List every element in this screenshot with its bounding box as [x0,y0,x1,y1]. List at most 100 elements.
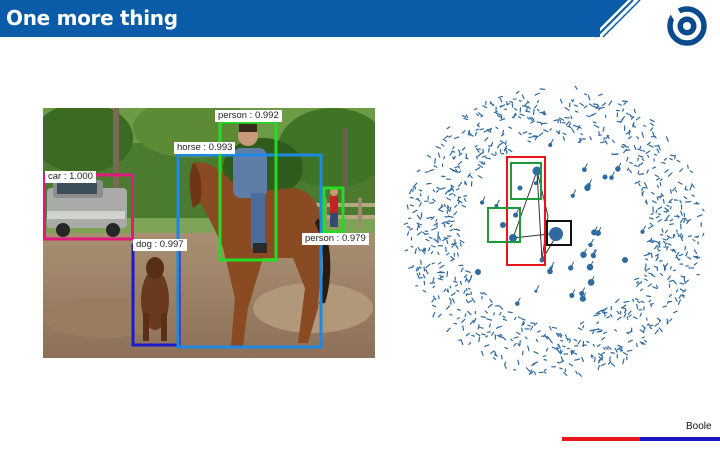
graph-edge-tick [600,363,606,367]
graph-edge-tick [449,206,452,213]
graph-edge-tick [640,162,644,166]
graph-edge-tick [457,181,463,187]
graph-node [579,295,586,302]
graph-edge-tick [499,98,503,103]
graph-edge-tick [531,363,536,367]
graph-edge-tick [564,334,568,338]
graph-edge-tick [605,346,609,350]
graph-edge-tick [439,264,445,269]
graph-edge-tick [538,132,544,137]
graph-edge-tick [525,110,531,113]
graph-edge-tick [614,329,618,332]
graph-edge-tick [574,358,581,361]
graph-edge-tick [495,112,502,116]
graph-edge-tick [667,275,671,281]
graph-edge-tick [478,326,484,329]
graph-edge-tick [530,325,534,331]
graph-edge-tick [480,350,484,356]
graph-edge-tick [450,292,456,297]
graph-edge-tick [602,347,606,351]
graph-edge-tick [676,159,681,163]
detection-label-dog: dog : 0.997 [133,239,187,251]
graph-edge-tick [571,128,575,134]
graph-edge-tick [686,256,692,260]
graph-edge-tick [578,372,582,377]
graph-edge-tick [417,231,422,236]
graph-edge-tick [428,236,433,239]
graph-edge-tick [467,300,473,304]
graph-edge-tick [513,107,518,111]
graph-edge-tick [649,326,653,330]
graph-edge-tick [667,242,672,246]
graph-edge-tick [507,311,513,314]
graph-edge-tick [449,313,453,316]
graph-edge-tick [573,104,579,107]
graph-edge-tick [436,186,441,190]
graph-edge-tick [644,274,648,277]
graph-edge-tick [635,116,641,121]
graph-edge-tick [629,115,634,119]
graph-edge-tick [535,338,539,343]
graph-edge-tick [493,111,499,114]
graph-edge-tick [465,287,468,292]
graph-edge-tick [465,153,468,159]
graph-edge-tick [669,223,674,226]
graph-edge-tick [468,130,471,137]
graph-edge-tick [456,289,460,293]
graph-edge-tick [474,145,478,148]
graph-edge-tick [530,322,536,324]
graph-edge-tick [683,276,686,283]
graph-edge-tick [616,316,622,321]
graph-edge-tick [623,148,628,154]
graph-edge-tick [587,94,591,101]
graph-edge-tick [510,338,514,342]
graph-edge-tick [639,312,642,317]
graph-edge-tick [606,316,611,319]
graph-edge-tick [572,352,578,355]
graph-edge-tick [702,232,705,237]
graph-edge-tick [543,371,547,374]
graph-edge-tick [627,330,633,334]
graph-edge-tick [422,231,426,236]
graph-edge-tick [593,124,600,129]
graph-edge-tick [617,344,623,348]
graph-edge-tick [623,145,630,148]
graph-edge-tick [575,370,578,375]
graph-edge-tick [537,100,540,104]
graph-edge-tick [680,210,683,216]
graph-edge-tick [607,360,612,365]
graph-node [475,269,481,275]
graph-edge-tick [582,325,585,329]
graph-edge-tick [449,301,452,305]
graph-edge-tick [666,204,670,207]
graph-edge-tick [484,157,491,160]
graph-node [588,242,593,248]
graph-edge-tick [446,327,451,333]
graph-edge-tick [664,242,667,246]
graph-edge-tick [530,370,534,375]
graph-edge-tick [653,153,658,156]
graph-edge-tick [491,331,495,336]
graph-edge-tick [560,339,564,342]
graph-edge-tick [475,166,481,171]
graph-edge-tick [543,129,549,133]
graph-edge-tick [425,171,429,173]
graph-edge-tick [484,136,489,142]
graph-edge-tick [489,298,493,303]
graph-edge-tick [636,136,640,140]
graph-edge-tick [643,339,648,343]
graph-edge-tick [639,145,642,150]
graph-edge-tick [596,330,603,333]
graph-edge-tick [525,106,528,112]
graph-edge-tick [442,237,447,242]
graph-edge-tick [482,105,488,109]
graph-edge-tick [670,266,672,270]
graph-edge-tick [416,198,421,202]
graph-edge-tick [412,209,418,214]
graph-edge-tick [662,305,668,308]
graph-edge-tick [490,141,494,147]
graph-edge-tick [440,143,445,147]
graph-edge-tick [666,235,672,239]
graph-edge-tick [685,251,688,257]
graph-edge-tick [499,118,506,122]
